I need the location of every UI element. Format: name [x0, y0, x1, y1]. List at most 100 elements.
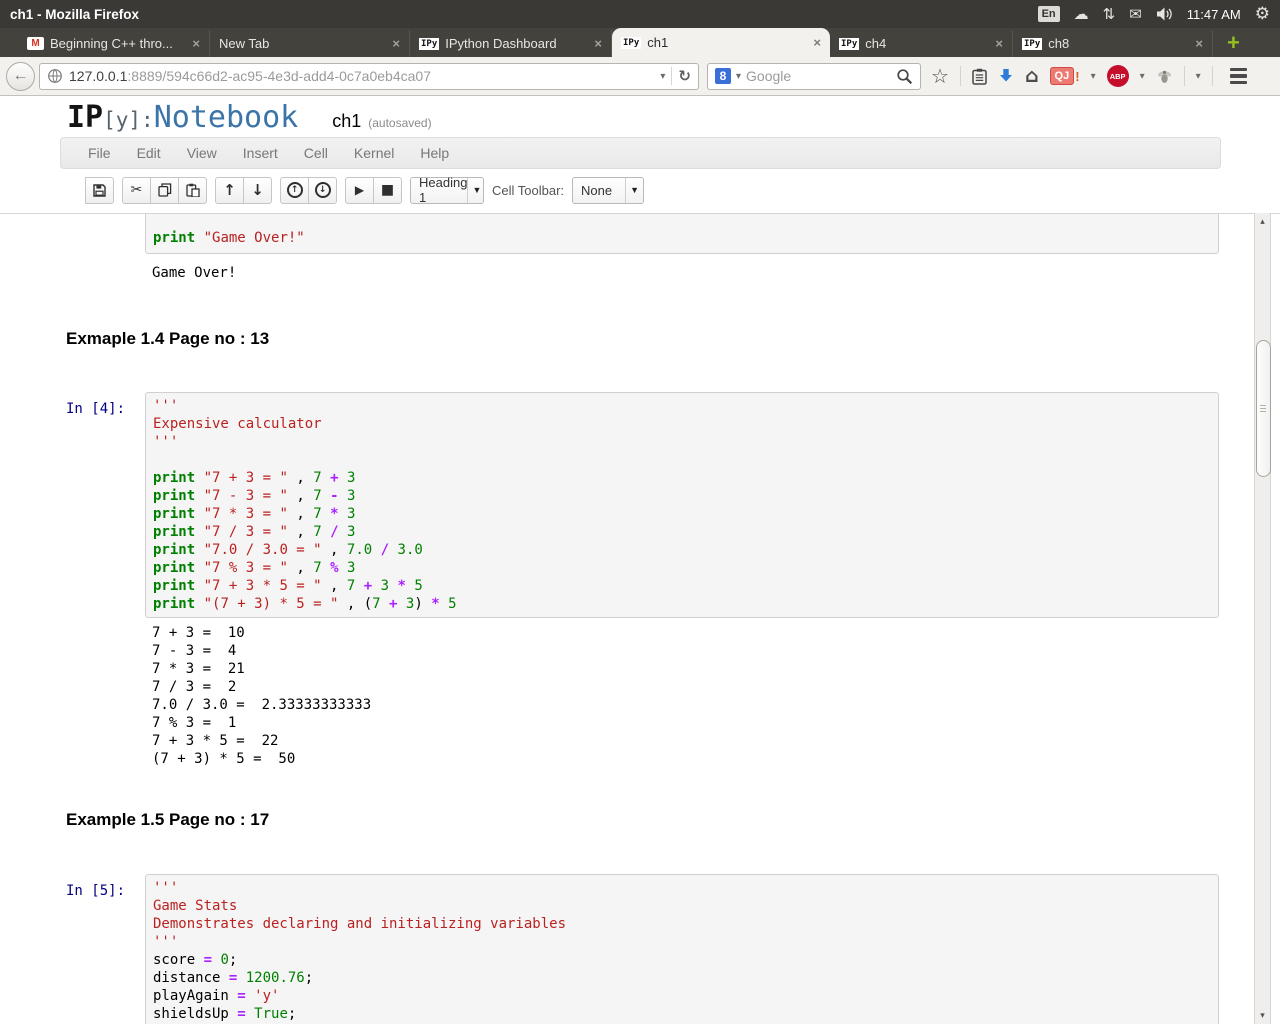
scrollbar-thumb[interactable]: [1255, 340, 1271, 477]
menu-edit[interactable]: Edit: [124, 138, 174, 168]
weather-cloud-icon[interactable]: ☁: [1074, 6, 1089, 22]
reload-icon[interactable]: ↻: [678, 67, 691, 85]
output-line: 7 - 3 = 4: [152, 643, 237, 659]
insert-below-button[interactable]: ↓: [308, 176, 337, 204]
quickjava-icon[interactable]: QJ!: [1049, 67, 1080, 85]
code-line: ''': [153, 398, 179, 414]
code-cell: In [5]: ''' Game Stats Demonstrates declari…: [0, 874, 1219, 1024]
divider: [1211, 66, 1213, 86]
network-sync-icon[interactable]: ⇅: [1103, 6, 1116, 22]
menu-insert[interactable]: Insert: [230, 138, 291, 168]
move-up-icon: ↑: [223, 180, 236, 199]
cell-toolbar-value: None: [581, 182, 613, 198]
output-line: 7 % 3 = 1: [152, 715, 237, 731]
google-logo-icon[interactable]: 8: [715, 68, 731, 84]
toolbar-group: ✂: [122, 176, 207, 204]
downloads-icon[interactable]: [998, 68, 1014, 84]
overflow-dropdown-icon[interactable]: ▾: [1196, 71, 1201, 82]
toolbar-group: [85, 176, 114, 204]
divider: [671, 67, 673, 85]
page-scrollbar[interactable]: ▴ ▾: [1254, 213, 1271, 1024]
input-prompt: In [5]:: [66, 883, 126, 899]
clock[interactable]: 11:47 AM: [1187, 7, 1241, 22]
browser-tab-beginning-c-thro[interactable]: M Beginning C++ thro... ×: [18, 30, 210, 57]
scroll-down-icon[interactable]: ▾: [1255, 1008, 1270, 1023]
heading-cell[interactable]: Exmaple 1.4 Page no : 13: [66, 330, 1219, 347]
run-button[interactable]: ▶: [345, 176, 374, 204]
browser-tab-new-tab[interactable]: New Tab ×: [210, 30, 410, 57]
keyboard-indicator[interactable]: En: [1037, 6, 1060, 22]
code-line: print "(7 + 3) * 5 = " , (7 + 3) * 5: [153, 596, 457, 612]
heading-cell[interactable]: Example 1.5 Page no : 17: [66, 811, 1219, 828]
cell-type-select[interactable]: Heading 1 ▼: [410, 175, 484, 205]
browser-tabbar: M Beginning C++ thro... × New Tab × IPy IPytho…: [0, 28, 1280, 57]
search-engine-dropdown-icon[interactable]: ▾: [736, 71, 741, 82]
search-input[interactable]: 8 ▾ Google: [707, 62, 921, 90]
menu-hamburger-icon[interactable]: [1229, 68, 1247, 84]
search-placeholder: Google: [746, 68, 792, 84]
tab-close-icon[interactable]: ×: [392, 36, 400, 51]
code-input-area[interactable]: print "Game Over!": [145, 214, 1219, 254]
move-down-icon: ↓: [251, 180, 264, 199]
menu-cell[interactable]: Cell: [291, 138, 341, 168]
cut-button[interactable]: ✂: [122, 176, 151, 204]
adblock-icon[interactable]: ABP: [1106, 65, 1129, 87]
copy-button[interactable]: [150, 176, 179, 204]
browser-tab-ch4[interactable]: IPy ch4 ×: [830, 30, 1013, 57]
tab-close-icon[interactable]: ×: [813, 35, 821, 50]
divider: [1183, 66, 1185, 86]
chevron-down-icon: ▼: [625, 177, 643, 203]
tab-close-icon[interactable]: ×: [594, 36, 602, 51]
browser-tab-ch1[interactable]: IPy ch1 ×: [612, 28, 830, 57]
cell-toolbar-select[interactable]: None ▼: [572, 176, 645, 204]
code-line: ''': [153, 880, 179, 896]
code-input-area[interactable]: ''' Expensive calculator ''' print "7 + 3 …: [145, 392, 1219, 618]
back-button[interactable]: ←: [6, 61, 35, 91]
move-down-button[interactable]: ↓: [243, 176, 272, 204]
browser-tab-ch8[interactable]: IPy ch8 ×: [1013, 30, 1213, 57]
ipython-logo[interactable]: IP[y]:Notebook: [67, 100, 298, 135]
code-input-area[interactable]: ''' Game Stats Demonstrates declaring and …: [145, 874, 1219, 1024]
session-gear-icon[interactable]: ⚙: [1255, 5, 1270, 23]
insert-below-icon: ↓: [314, 182, 331, 198]
save-button[interactable]: [85, 176, 114, 204]
code-line: print "7 + 3 * 5 = " , 7 + 3 * 5: [153, 578, 423, 594]
tab-label: ch4: [865, 36, 887, 51]
menu-help[interactable]: Help: [407, 138, 462, 168]
tab-close-icon[interactable]: ×: [1195, 36, 1203, 51]
code-line: score = 0;: [153, 952, 238, 968]
tab-close-icon[interactable]: ×: [995, 36, 1003, 51]
cell-toolbar-label: Cell Toolbar:: [492, 182, 565, 198]
code-line: Game Stats: [153, 898, 238, 914]
flashblock-fly-icon[interactable]: [1156, 69, 1173, 84]
new-tab-button[interactable]: +: [1227, 32, 1240, 54]
code-line: ''': [153, 434, 179, 450]
adblock-dropdown-icon[interactable]: ▾: [1140, 71, 1145, 82]
stop-button[interactable]: ■: [373, 176, 402, 204]
insert-above-button[interactable]: ↑: [280, 176, 309, 204]
output-area: Game Over!: [152, 264, 1219, 282]
browser-tab-ipython-dashboard[interactable]: IPy IPython Dashboard ×: [410, 30, 612, 57]
url-host: 127.0.0.1: [69, 68, 128, 84]
output-area: 7 + 3 = 10 7 - 3 = 4 7 * 3 = 21 7 / 3 = 2 7.…: [152, 624, 1219, 768]
notebook-title[interactable]: ch1: [332, 111, 361, 132]
paste-button[interactable]: [178, 176, 207, 204]
volume-icon[interactable]: [1156, 7, 1173, 21]
scroll-up-icon[interactable]: ▴: [1255, 214, 1270, 229]
bookmark-star-icon[interactable]: ☆: [931, 64, 949, 88]
search-magnifier-icon[interactable]: [896, 68, 913, 85]
bookmarks-menu-icon[interactable]: [972, 68, 987, 85]
url-dropdown-icon[interactable]: ▾: [660, 71, 665, 82]
output-line: 7 * 3 = 21: [152, 661, 245, 677]
move-up-button[interactable]: ↑: [215, 176, 244, 204]
home-icon[interactable]: ⌂: [1025, 65, 1039, 87]
menu-view[interactable]: View: [174, 138, 230, 168]
quickjava-dropdown-icon[interactable]: ▾: [1091, 71, 1096, 82]
menu-file[interactable]: File: [75, 138, 124, 168]
notebook-cells: print "Game Over!" Game Over! Exmaple 1.4 …: [0, 214, 1280, 1024]
desktop-screen: ch1 - Mozilla Firefox En ☁ ⇅ ✉ 11:47 AM …: [0, 0, 1280, 1024]
mail-icon[interactable]: ✉: [1129, 6, 1142, 22]
menu-kernel[interactable]: Kernel: [341, 138, 407, 168]
tab-close-icon[interactable]: ×: [192, 36, 200, 51]
url-input[interactable]: 127.0.0.1 :8889/594c66d2-ac95-4e3d-add4-…: [39, 62, 699, 90]
